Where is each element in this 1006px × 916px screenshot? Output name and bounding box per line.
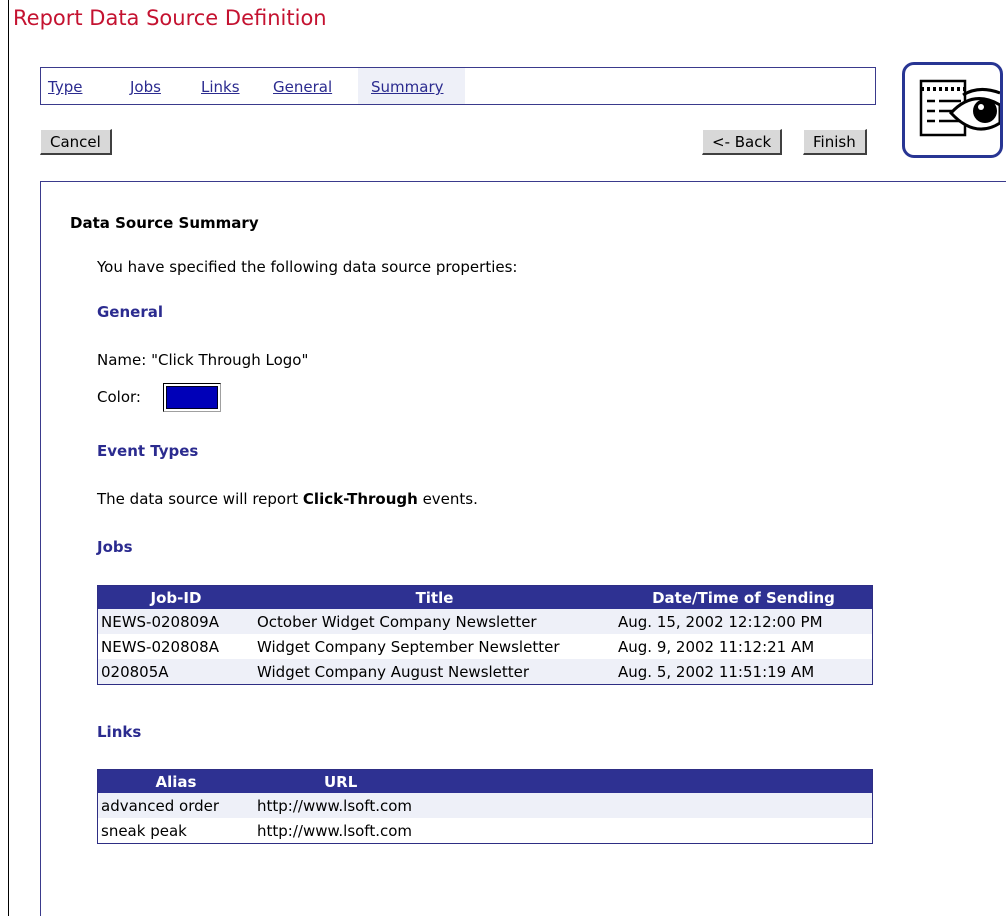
tab-jobs[interactable]: Jobs [130, 68, 172, 104]
link-alias-cell: sneak peak [97, 818, 254, 844]
report-eye-icon [902, 62, 1003, 158]
job-id-cell: 020805A [97, 659, 254, 685]
column-header-job-id: Job-ID [97, 585, 254, 609]
job-title-cell: Widget Company August Newsletter [254, 659, 615, 685]
finish-button[interactable]: Finish [803, 129, 867, 155]
back-button[interactable]: <- Back [702, 129, 783, 155]
color-swatch-fill [166, 386, 218, 409]
summary-heading: Data Source Summary [70, 214, 259, 232]
name-line: Name: "Click Through Logo" [97, 351, 309, 369]
color-swatch [163, 383, 221, 412]
table-row: advanced order http://www.lsoft.com [97, 793, 873, 818]
general-heading: General [97, 303, 163, 321]
job-id-cell: NEWS-020809A [97, 609, 254, 634]
event-types-heading: Event Types [97, 442, 199, 460]
link-url-cell: http://www.lsoft.com [254, 793, 873, 818]
color-label: Color: [97, 388, 141, 406]
links-table: Alias URL advanced order http://www.lsof… [97, 769, 873, 844]
table-row: NEWS-020809A October Widget Company News… [97, 609, 873, 634]
event-text-before: The data source will report [97, 490, 303, 508]
window-left-border [8, 0, 9, 916]
table-row: 020805A Widget Company August Newsletter… [97, 659, 873, 685]
column-header-date: Date/Time of Sending [615, 585, 873, 609]
job-date-cell: Aug. 9, 2002 11:12:21 AM [615, 634, 873, 659]
column-header-alias: Alias [97, 769, 254, 793]
jobs-table: Job-ID Title Date/Time of Sending NEWS-0… [97, 585, 873, 685]
table-row: NEWS-020808A Widget Company September Ne… [97, 634, 873, 659]
link-alias-cell: advanced order [97, 793, 254, 818]
column-header-url: URL [254, 769, 873, 793]
table-header-row: Alias URL [97, 769, 873, 793]
tab-type[interactable]: Type [48, 68, 90, 104]
tab-general[interactable]: General [273, 68, 343, 104]
column-header-title: Title [254, 585, 615, 609]
page-title: Report Data Source Definition [13, 6, 327, 30]
job-date-cell: Aug. 5, 2002 11:51:19 AM [615, 659, 873, 685]
job-date-cell: Aug. 15, 2002 12:12:00 PM [615, 609, 873, 634]
wizard-tab-bar: Type Jobs Links General Summary [40, 67, 876, 105]
table-row: sneak peak http://www.lsoft.com [97, 818, 873, 844]
job-id-cell: NEWS-020808A [97, 634, 254, 659]
job-title-cell: Widget Company September Newsletter [254, 634, 615, 659]
table-header-row: Job-ID Title Date/Time of Sending [97, 585, 873, 609]
tab-links[interactable]: Links [201, 68, 245, 104]
tab-summary[interactable]: Summary [358, 68, 465, 104]
cancel-button[interactable]: Cancel [40, 129, 112, 155]
links-heading: Links [97, 723, 142, 741]
job-title-cell: October Widget Company Newsletter [254, 609, 615, 634]
event-text-after: events. [417, 490, 478, 508]
summary-intro: You have specified the following data so… [97, 258, 518, 276]
event-types-text: The data source will report Click-Throug… [97, 490, 478, 508]
jobs-heading: Jobs [97, 538, 133, 556]
link-url-cell: http://www.lsoft.com [254, 818, 873, 844]
event-type-bold: Click-Through [302, 490, 418, 508]
